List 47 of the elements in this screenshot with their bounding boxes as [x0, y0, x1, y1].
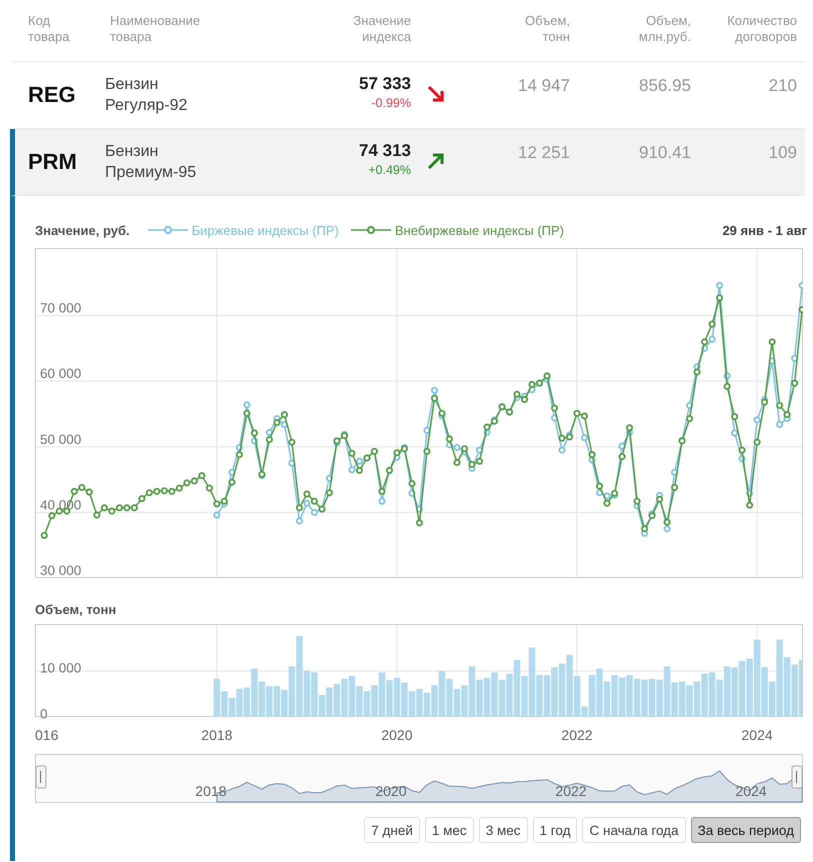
column-header: Код товара	[28, 13, 70, 45]
product-code: REG	[27, 82, 77, 108]
volume-value: 14 947	[517, 75, 571, 97]
range-button[interactable]: За весь период	[690, 817, 801, 843]
amount-value: 910.41	[638, 142, 692, 164]
navigator-label: 2024	[736, 783, 767, 799]
contracts-count: 210	[768, 75, 798, 97]
range-button[interactable]: С начала года	[582, 817, 686, 843]
index-value: 74 313	[358, 141, 411, 161]
x-axis-label: 016	[35, 727, 58, 743]
navigator-label: 2022	[555, 783, 587, 799]
column-header: Значение индекса	[352, 13, 411, 45]
date-range: 29 янв - 1 авг	[722, 222, 807, 238]
x-axis-label: 2020	[381, 727, 413, 743]
x-axis-label: 2024	[742, 727, 773, 743]
product-code: PRM	[27, 149, 78, 175]
range-button[interactable]: 1 мес	[424, 817, 474, 843]
column-header: Объем, тонн	[524, 13, 570, 45]
index-change: +0.49%	[368, 163, 411, 178]
volume-value: 12 251	[517, 142, 571, 164]
column-header: Количество договоров	[726, 13, 797, 45]
range-button[interactable]: 3 мес	[478, 817, 528, 843]
amount-value: 856.95	[638, 75, 692, 97]
range-handle[interactable]	[792, 766, 802, 788]
y-axis-label: 30 000	[40, 563, 82, 578]
product-row[interactable]: PRM Бензин Премиум-95 74 313 +0.49% 12 251 910.41 109	[10, 129, 805, 196]
product-name: Бензин Премиум-95	[105, 142, 198, 183]
x-axis-label: 2022	[561, 727, 593, 743]
range-button[interactable]: 1 год	[532, 817, 578, 843]
range-button[interactable]: 7 дней	[364, 817, 420, 843]
y-axis-label: 60 000	[40, 366, 82, 382]
contracts-count: 109	[768, 142, 798, 164]
y-axis-label: 0	[40, 706, 48, 722]
column-header: Наименование товара	[110, 13, 202, 45]
index-value: 57 333	[358, 74, 411, 94]
index-change: -0.99%	[371, 96, 411, 111]
chart-title: Значение, руб.	[35, 222, 130, 238]
y-axis-label: 70 000	[40, 300, 82, 316]
navigator-label: 2020	[375, 783, 407, 799]
y-axis-label: 10 000	[40, 660, 82, 676]
y-axis-label: 50 000	[40, 432, 82, 447]
column-header: Объем, млн.руб.	[638, 13, 691, 45]
range-handle[interactable]	[36, 766, 46, 788]
x-axis-label: 2018	[201, 727, 232, 743]
navigator-label: 2018	[195, 783, 226, 799]
chart-title: Объем, тонн	[35, 602, 118, 618]
product-name: Бензин Регуляр-92	[105, 75, 188, 116]
